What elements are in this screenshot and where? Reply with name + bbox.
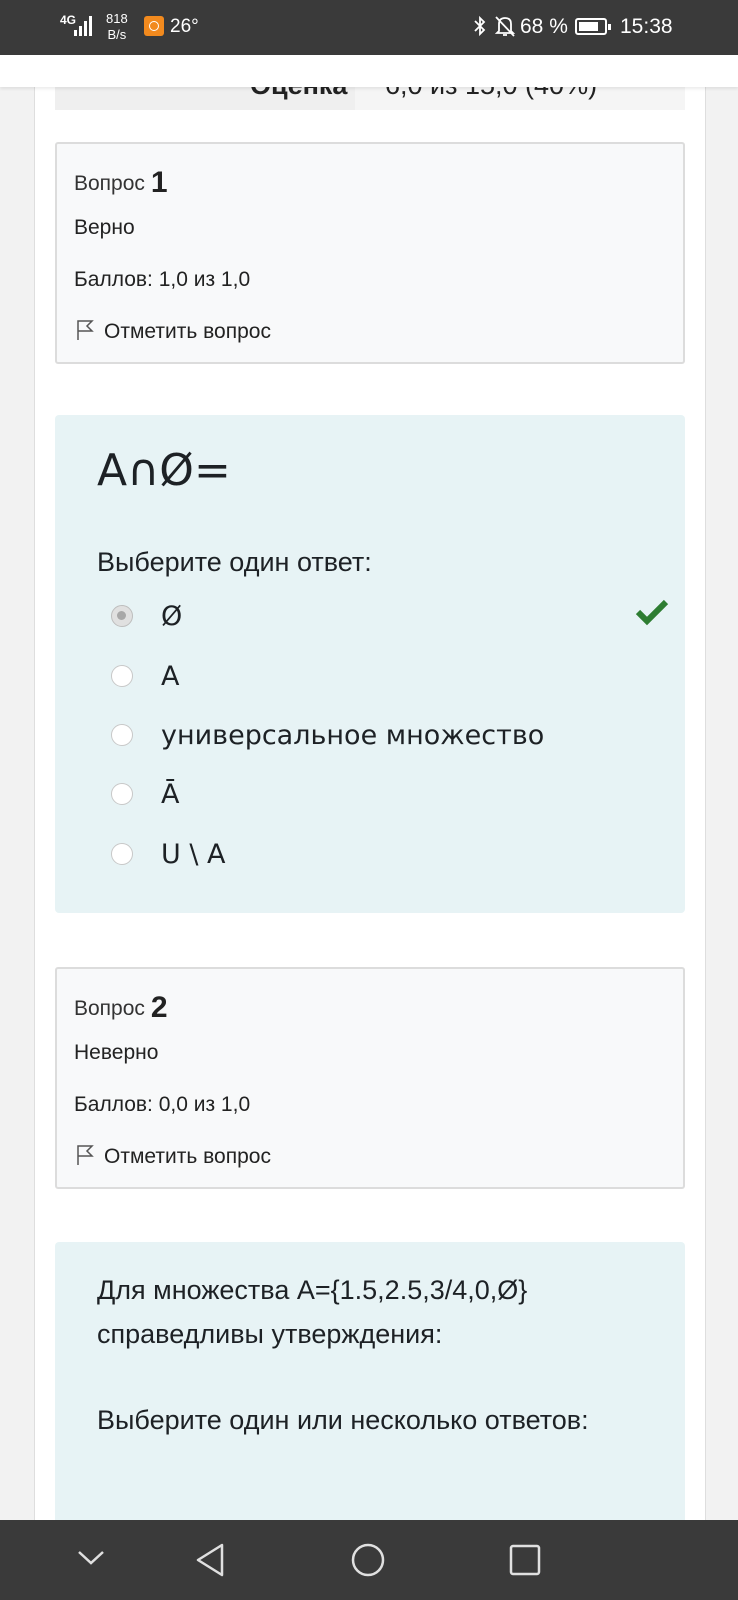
answer-option[interactable]: A — [111, 661, 651, 695]
answer-option[interactable]: Ā — [111, 779, 651, 813]
answer-option[interactable]: U \ A — [111, 839, 651, 873]
question-number-value: 1 — [150, 166, 168, 199]
status-bar: 4G 818 B/s 26° 68 % 15:38 — [0, 0, 738, 55]
page-content[interactable]: Оценка 6,0 из 15,0 (40%) Вопрос1 Верно Б… — [0, 55, 738, 1520]
question-number: Вопрос 1 — [74, 166, 168, 200]
network-speed: 818 B/s — [106, 11, 128, 43]
bluetooth-icon — [472, 14, 488, 44]
radio-button[interactable] — [111, 724, 133, 746]
recents-icon[interactable] — [508, 1543, 542, 1577]
radio-button[interactable] — [111, 843, 133, 865]
browser-header — [0, 55, 738, 87]
radio-button[interactable] — [111, 665, 133, 687]
flag-label: Отметить вопрос — [104, 320, 271, 343]
question-number: Вопрос 2 — [74, 991, 168, 1025]
flag-label: Отметить вопрос — [104, 1145, 271, 1168]
option-text: A — [161, 661, 180, 692]
answer-option[interactable]: Ø — [111, 599, 669, 635]
system-nav-bar — [0, 1520, 738, 1600]
question-grade: Баллов: 0,0 из 1,0 — [74, 1093, 251, 1116]
mute-bell-icon — [494, 14, 516, 44]
radio-button[interactable] — [111, 783, 133, 805]
option-text: универсальное множество — [161, 720, 545, 751]
question-2-info: Вопрос 2 Неверно Баллов: 0,0 из 1,0 Отмет… — [55, 967, 685, 1189]
back-icon[interactable] — [193, 1542, 227, 1578]
home-icon[interactable] — [350, 1542, 386, 1578]
speed-value: 818 — [106, 11, 128, 26]
question-state: Верно — [74, 216, 135, 239]
screen: 4G 818 B/s 26° 68 % 15:38 Оцен — [0, 0, 738, 1600]
quiz-review-card: Оценка 6,0 из 15,0 (40%) Вопрос1 Верно Б… — [34, 55, 706, 1520]
option-text: Ø — [161, 601, 183, 632]
question-2-formulation: Для множества A={1.5,2.5,3/4,0,Ø} справе… — [55, 1242, 685, 1520]
question-1-info: Вопрос 1 Верно Баллов: 1,0 из 1,0 Отметит… — [55, 142, 685, 364]
question-state: Неверно — [74, 1041, 159, 1064]
temperature: 26° — [170, 16, 199, 37]
question-1-formulation: A∩Ø= Выберите один ответ: Ø A универсаль… — [55, 415, 685, 913]
speed-unit: B/s — [107, 27, 127, 42]
answer-prompt: Выберите один ответ: — [97, 547, 372, 577]
option-text: Ā — [161, 779, 180, 810]
flag-icon — [74, 1144, 96, 1166]
correct-check-icon — [635, 599, 669, 626]
chevron-down-icon[interactable] — [76, 1548, 106, 1568]
question-formula: A∩Ø= — [97, 445, 231, 496]
ok-app-icon — [144, 16, 164, 36]
answer-prompt: Выберите один или несколько ответов: — [97, 1405, 589, 1435]
question-grade: Баллов: 1,0 из 1,0 — [74, 268, 251, 291]
question-text: Для множества A={1.5,2.5,3/4,0,Ø} справе… — [97, 1275, 528, 1349]
question-label: Вопрос — [74, 997, 145, 1020]
battery-percent: 68 % — [520, 15, 568, 38]
question-number-value: 2 — [150, 991, 168, 1024]
clock: 15:38 — [620, 15, 673, 38]
flag-question-link[interactable]: Отметить вопрос — [74, 319, 271, 344]
flag-question-link[interactable]: Отметить вопрос — [74, 1144, 271, 1169]
option-text: U \ A — [161, 839, 226, 870]
battery-icon — [575, 18, 611, 35]
radio-button-selected[interactable] — [111, 605, 133, 627]
signal-icon — [74, 14, 96, 36]
flag-icon — [74, 319, 96, 341]
question-label: Вопрос — [74, 172, 145, 195]
answer-option[interactable]: универсальное множество — [111, 720, 651, 754]
